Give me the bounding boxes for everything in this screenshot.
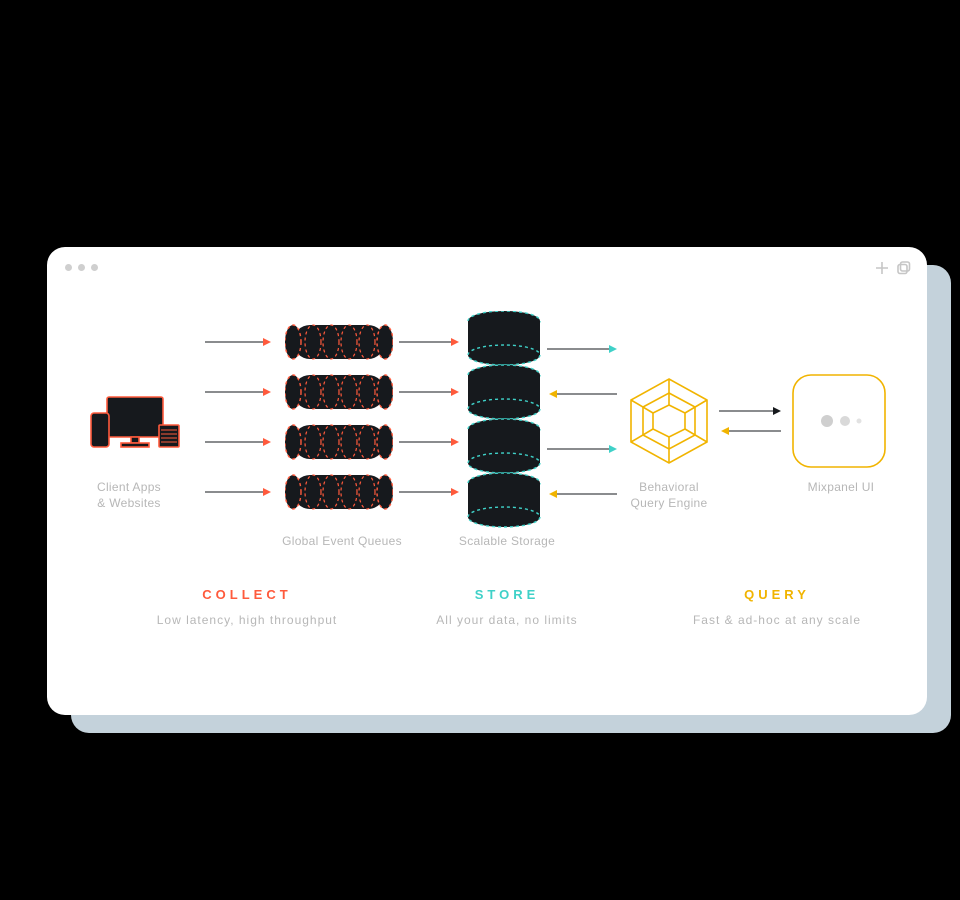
engine-label-line2: Query Engine [609,495,729,511]
copy-icon [897,261,911,275]
plus-icon [875,261,889,275]
mixpanel-ui-icon [791,373,887,469]
ui-label: Mixpanel UI [781,479,901,495]
engine-label-line1: Behavioral [609,479,729,495]
titlebar-icons [875,261,911,275]
client-label-line2: & Websites [69,495,189,511]
queues-label: Global Event Queues [257,533,427,549]
client-devices-icon [77,395,181,459]
arrows-storage-engine [547,339,627,509]
storage-stack-icon [464,311,544,531]
window-dots-icon [65,264,98,271]
query-sub: Fast & ad-hoc at any scale [647,613,907,627]
diagram-card: Client Apps & Websites Globa [47,247,927,715]
queue-cylinder-2 [285,371,393,413]
store-sub: All your data, no limits [397,613,617,627]
query-engine-icon [623,375,715,467]
storage-label: Scalable Storage [442,533,572,549]
queue-cylinder-4 [285,471,393,513]
arrows-client-to-queues [205,317,277,517]
queue-cylinder-1 [285,321,393,363]
engine-label: Behavioral Query Engine [609,479,729,511]
client-label-line1: Client Apps [69,479,189,495]
query-title: QUERY [667,587,887,602]
queue-cylinder-3 [285,421,393,463]
collect-sub: Low latency, high throughput [117,613,377,627]
collect-title: COLLECT [127,587,367,602]
store-title: STORE [407,587,607,602]
arrows-queues-to-storage [399,317,459,517]
arrows-engine-ui [719,403,789,443]
client-label: Client Apps & Websites [69,479,189,511]
